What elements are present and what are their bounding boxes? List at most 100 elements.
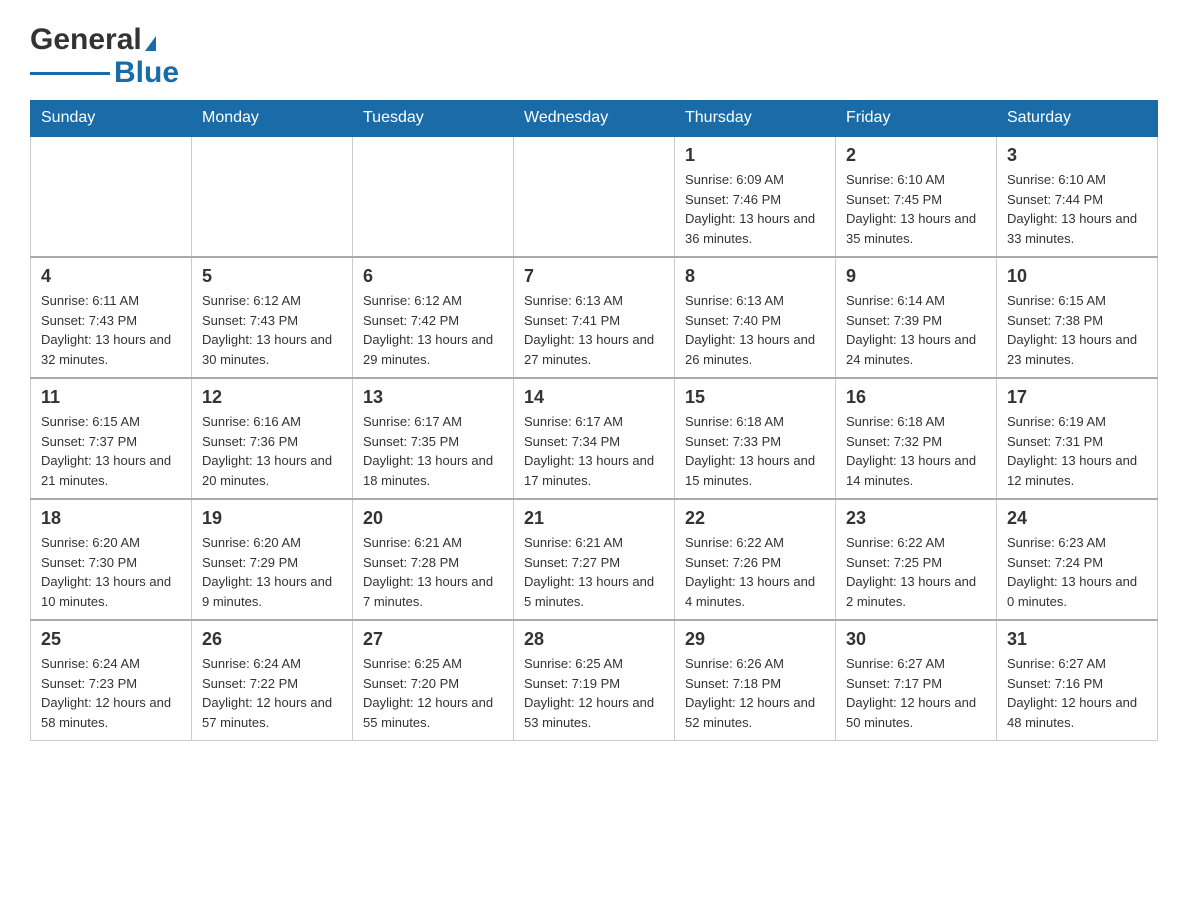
day-info-11: Sunrise: 6:15 AM Sunset: 7:37 PM Dayligh…	[41, 412, 181, 490]
calendar-week-3: 11 Sunrise: 6:15 AM Sunset: 7:37 PM Dayli…	[31, 378, 1158, 499]
day-number-2: 2	[846, 145, 986, 166]
day-info-8: Sunrise: 6:13 AM Sunset: 7:40 PM Dayligh…	[685, 291, 825, 369]
calendar-day-10: 10Sunrise: 6:15 AM Sunset: 7:38 PM Dayli…	[997, 257, 1158, 378]
day-info-3: Sunrise: 6:10 AM Sunset: 7:44 PM Dayligh…	[1007, 170, 1147, 248]
column-header-wednesday: Wednesday	[514, 101, 675, 137]
day-info-23: Sunrise: 6:22 AM Sunset: 7:25 PM Dayligh…	[846, 533, 986, 611]
day-info-9: Sunrise: 6:14 AM Sunset: 7:39 PM Dayligh…	[846, 291, 986, 369]
calendar-day-24: 24 Sunrise: 6:23 AM Sunset: 7:24 PM Dayli…	[997, 499, 1158, 620]
calendar-day-4: 4Sunrise: 6:11 AM Sunset: 7:43 PM Daylig…	[31, 257, 192, 378]
day-info-29: Sunrise: 6:26 AM Sunset: 7:18 PM Dayligh…	[685, 654, 825, 732]
column-header-saturday: Saturday	[997, 101, 1158, 137]
calendar-day-14: 14 Sunrise: 6:17 AM Sunset: 7:34 PM Dayli…	[514, 378, 675, 499]
calendar-day-30: 30 Sunrise: 6:27 AM Sunset: 7:17 PM Dayli…	[836, 620, 997, 741]
calendar-day-8: 8 Sunrise: 6:13 AM Sunset: 7:40 PM Daylig…	[675, 257, 836, 378]
calendar-day-19: 19 Sunrise: 6:20 AM Sunset: 7:29 PM Dayli…	[192, 499, 353, 620]
day-info-13: Sunrise: 6:17 AM Sunset: 7:35 PM Dayligh…	[363, 412, 503, 490]
calendar-day-1: 1 Sunrise: 6:09 AM Sunset: 7:46 PM Daylig…	[675, 136, 836, 257]
day-number-27: 27	[363, 629, 503, 650]
day-info-21: Sunrise: 6:21 AM Sunset: 7:27 PM Dayligh…	[524, 533, 664, 611]
calendar-day-18: 18 Sunrise: 6:20 AM Sunset: 7:30 PM Dayli…	[31, 499, 192, 620]
day-info-20: Sunrise: 6:21 AM Sunset: 7:28 PM Dayligh…	[363, 533, 503, 611]
day-number-1: 1	[685, 145, 825, 166]
calendar-day-3: 3 Sunrise: 6:10 AM Sunset: 7:44 PM Daylig…	[997, 136, 1158, 257]
day-info-19: Sunrise: 6:20 AM Sunset: 7:29 PM Dayligh…	[202, 533, 342, 611]
day-number-15: 15	[685, 387, 825, 408]
day-number-29: 29	[685, 629, 825, 650]
calendar-day-16: 16Sunrise: 6:18 AM Sunset: 7:32 PM Dayli…	[836, 378, 997, 499]
calendar-day-2: 2 Sunrise: 6:10 AM Sunset: 7:45 PM Daylig…	[836, 136, 997, 257]
page-header: General Blue	[30, 20, 1158, 90]
day-number-5: 5	[202, 266, 342, 287]
day-info-24: Sunrise: 6:23 AM Sunset: 7:24 PM Dayligh…	[1007, 533, 1147, 611]
calendar-day-6: 6 Sunrise: 6:12 AM Sunset: 7:42 PM Daylig…	[353, 257, 514, 378]
day-info-14: Sunrise: 6:17 AM Sunset: 7:34 PM Dayligh…	[524, 412, 664, 490]
day-info-30: Sunrise: 6:27 AM Sunset: 7:17 PM Dayligh…	[846, 654, 986, 732]
calendar-day-7: 7Sunrise: 6:13 AM Sunset: 7:41 PM Daylig…	[514, 257, 675, 378]
day-number-3: 3	[1007, 145, 1147, 166]
logo-arrow-icon	[145, 36, 156, 51]
logo: General Blue	[30, 20, 179, 90]
calendar-day-5: 5 Sunrise: 6:12 AM Sunset: 7:43 PM Daylig…	[192, 257, 353, 378]
day-number-6: 6	[363, 266, 503, 287]
calendar-week-1: 1 Sunrise: 6:09 AM Sunset: 7:46 PM Daylig…	[31, 136, 1158, 257]
day-number-12: 12	[202, 387, 342, 408]
day-info-18: Sunrise: 6:20 AM Sunset: 7:30 PM Dayligh…	[41, 533, 181, 611]
day-number-10: 10	[1007, 266, 1147, 287]
day-info-2: Sunrise: 6:10 AM Sunset: 7:45 PM Dayligh…	[846, 170, 986, 248]
logo-blue-label: Blue	[114, 56, 179, 90]
calendar-empty-cell	[192, 136, 353, 257]
day-info-25: Sunrise: 6:24 AM Sunset: 7:23 PM Dayligh…	[41, 654, 181, 732]
calendar-day-9: 9 Sunrise: 6:14 AM Sunset: 7:39 PM Daylig…	[836, 257, 997, 378]
calendar-day-26: 26 Sunrise: 6:24 AM Sunset: 7:22 PM Dayli…	[192, 620, 353, 741]
day-number-9: 9	[846, 266, 986, 287]
column-header-sunday: Sunday	[31, 101, 192, 137]
calendar-day-25: 25Sunrise: 6:24 AM Sunset: 7:23 PM Dayli…	[31, 620, 192, 741]
day-info-27: Sunrise: 6:25 AM Sunset: 7:20 PM Dayligh…	[363, 654, 503, 732]
calendar-day-28: 28Sunrise: 6:25 AM Sunset: 7:19 PM Dayli…	[514, 620, 675, 741]
day-number-31: 31	[1007, 629, 1147, 650]
day-number-8: 8	[685, 266, 825, 287]
calendar-week-4: 18 Sunrise: 6:20 AM Sunset: 7:30 PM Dayli…	[31, 499, 1158, 620]
calendar-day-12: 12 Sunrise: 6:16 AM Sunset: 7:36 PM Dayli…	[192, 378, 353, 499]
day-number-17: 17	[1007, 387, 1147, 408]
column-header-monday: Monday	[192, 101, 353, 137]
day-number-13: 13	[363, 387, 503, 408]
calendar-day-27: 27 Sunrise: 6:25 AM Sunset: 7:20 PM Dayli…	[353, 620, 514, 741]
day-number-30: 30	[846, 629, 986, 650]
day-info-22: Sunrise: 6:22 AM Sunset: 7:26 PM Dayligh…	[685, 533, 825, 611]
day-info-12: Sunrise: 6:16 AM Sunset: 7:36 PM Dayligh…	[202, 412, 342, 490]
logo-general-text: General	[30, 25, 142, 55]
calendar-day-31: 31Sunrise: 6:27 AM Sunset: 7:16 PM Dayli…	[997, 620, 1158, 741]
day-number-18: 18	[41, 508, 181, 529]
day-number-14: 14	[524, 387, 664, 408]
day-number-19: 19	[202, 508, 342, 529]
day-info-16: Sunrise: 6:18 AM Sunset: 7:32 PM Dayligh…	[846, 412, 986, 490]
day-info-28: Sunrise: 6:25 AM Sunset: 7:19 PM Dayligh…	[524, 654, 664, 732]
day-number-21: 21	[524, 508, 664, 529]
day-number-22: 22	[685, 508, 825, 529]
day-info-6: Sunrise: 6:12 AM Sunset: 7:42 PM Dayligh…	[363, 291, 503, 369]
day-number-11: 11	[41, 387, 181, 408]
day-number-7: 7	[524, 266, 664, 287]
day-info-4: Sunrise: 6:11 AM Sunset: 7:43 PM Dayligh…	[41, 291, 181, 369]
day-info-15: Sunrise: 6:18 AM Sunset: 7:33 PM Dayligh…	[685, 412, 825, 490]
calendar-table: SundayMondayTuesdayWednesdayThursdayFrid…	[30, 100, 1158, 741]
day-info-1: Sunrise: 6:09 AM Sunset: 7:46 PM Dayligh…	[685, 170, 825, 248]
day-info-17: Sunrise: 6:19 AM Sunset: 7:31 PM Dayligh…	[1007, 412, 1147, 490]
calendar-header-row: SundayMondayTuesdayWednesdayThursdayFrid…	[31, 101, 1158, 137]
day-info-5: Sunrise: 6:12 AM Sunset: 7:43 PM Dayligh…	[202, 291, 342, 369]
calendar-day-22: 22 Sunrise: 6:22 AM Sunset: 7:26 PM Dayli…	[675, 499, 836, 620]
day-info-26: Sunrise: 6:24 AM Sunset: 7:22 PM Dayligh…	[202, 654, 342, 732]
calendar-empty-cell	[353, 136, 514, 257]
calendar-empty-cell	[514, 136, 675, 257]
logo-divider	[30, 72, 110, 75]
column-header-thursday: Thursday	[675, 101, 836, 137]
calendar-day-13: 13 Sunrise: 6:17 AM Sunset: 7:35 PM Dayli…	[353, 378, 514, 499]
calendar-day-21: 21 Sunrise: 6:21 AM Sunset: 7:27 PM Dayli…	[514, 499, 675, 620]
day-number-26: 26	[202, 629, 342, 650]
day-number-24: 24	[1007, 508, 1147, 529]
calendar-week-2: 4Sunrise: 6:11 AM Sunset: 7:43 PM Daylig…	[31, 257, 1158, 378]
day-number-20: 20	[363, 508, 503, 529]
calendar-day-20: 20 Sunrise: 6:21 AM Sunset: 7:28 PM Dayli…	[353, 499, 514, 620]
